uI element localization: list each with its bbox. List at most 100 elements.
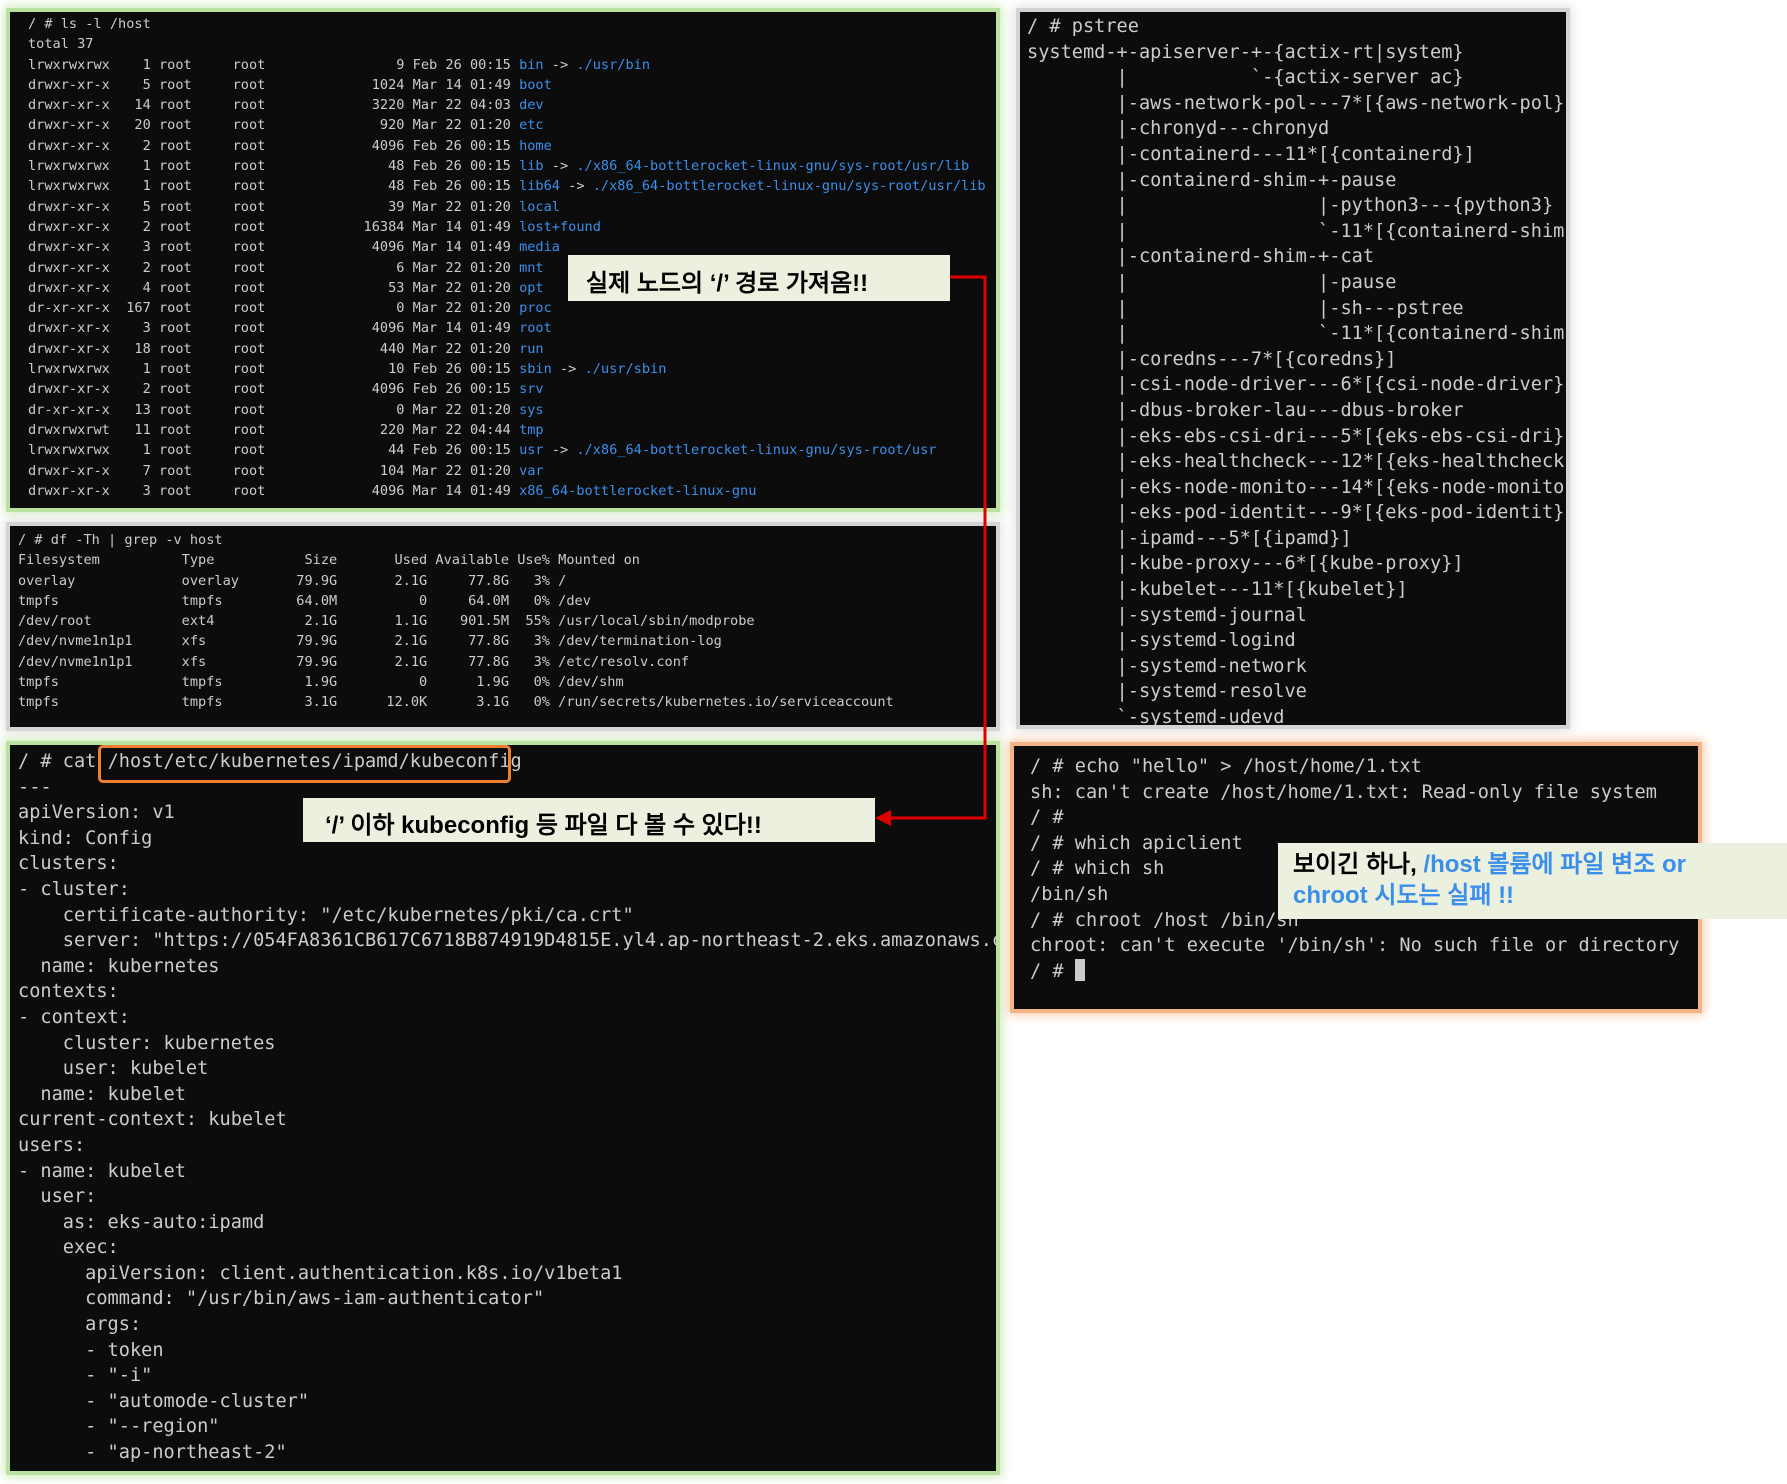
ls-row-meta: lrwxrwxrwx 1 root root 48 Feb 26 00:15 <box>28 158 520 175</box>
ls-entry-name: sys <box>519 401 544 418</box>
df-table: Filesystem Type Size Used Available Use%… <box>18 550 996 712</box>
ls-entry-name: local <box>519 198 560 215</box>
ls-row: drwxr-xr-x 3 root root 4096 Mar 14 01:49… <box>28 318 996 338</box>
kubeconfig-line: - "automode-cluster" <box>18 1390 310 1412</box>
callout-root-path-text: 실제 노드의 ‘/’ 경로 가져옴!! <box>586 270 869 297</box>
kubeconfig-line: current-context: kubelet <box>18 1109 287 1131</box>
ls-row-meta: lrwxrwxrwx 1 root root 48 Feb 26 00:15 <box>28 178 520 195</box>
ls-entry-name: var <box>519 462 544 479</box>
pstree-line: |-eks-pod-identit---9*[{eks-pod-identit}… <box>1027 502 1566 524</box>
ls-row-meta: drwxr-xr-x 5 root root 39 Mar 22 01:20 <box>28 198 520 215</box>
ls-row: drwxr-xr-x 2 root root 4096 Feb 26 00:15… <box>28 379 996 399</box>
ls-link-arrow: -> <box>543 56 577 73</box>
pstree-output: / # pstree systemd-+-apiserver-+-{actix-r… <box>1027 14 1566 725</box>
callout-readonly-blue2: chroot 시도는 실패 !! <box>1293 882 1515 909</box>
pstree-line: |-coredns---7*[{coredns}] <box>1027 348 1397 370</box>
pstree-line: | `-{actix-server ac} <box>1027 67 1464 89</box>
echo-line: / # echo "hello" > /host/home/1.txt <box>1030 756 1422 777</box>
callout-readonly: 보이긴 하나, /host 볼륨에 파일 변조 or chroot 시도는 실패… <box>1278 843 1787 919</box>
pstree-line: | |-python3---{python3} <box>1027 195 1554 217</box>
df-terminal-panel: / # df -Th | grep -v host Filesystem Typ… <box>10 526 996 727</box>
ls-entry-name: sbin <box>519 361 552 378</box>
ls-row-meta: drwxr-xr-x 2 root root 4096 Feb 26 00:15 <box>28 137 520 154</box>
ls-link-target: ./x86_64-bottlerocket-linux-gnu/sys-root… <box>576 442 937 459</box>
kubeconfig-line: cluster: kubernetes <box>18 1032 276 1054</box>
ls-row: drwxr-xr-x 5 root root 39 Mar 22 01:20 l… <box>28 197 996 217</box>
ls-row: drwxr-xr-x 20 root root 920 Mar 22 01:20… <box>28 115 996 135</box>
ls-row: lrwxrwxrwx 1 root root 10 Feb 26 00:15 s… <box>28 359 996 379</box>
ls-row-meta: drwxr-xr-x 20 root root 920 Mar 22 01:20 <box>28 117 520 134</box>
kubeconfig-terminal-panel: / # cat /host/etc/kubernetes/ipamd/kubec… <box>10 745 996 1471</box>
kubeconfig-line: command: "/usr/bin/aws-iam-authenticator… <box>18 1288 545 1310</box>
ls-row: dr-xr-xr-x 167 root root 0 Mar 22 01:20 … <box>28 298 996 318</box>
echo-line: chroot: can't execute '/bin/sh': No such… <box>1030 935 1680 957</box>
df-header: Filesystem Type Size Used Available Use%… <box>18 552 640 569</box>
ls-link-arrow: -> <box>551 361 585 378</box>
pstree-line: |-systemd-journal <box>1027 604 1307 626</box>
ls-entry-name: proc <box>519 300 552 317</box>
pstree-line: | `-11*[{containerd-shim}] <box>1027 323 1566 345</box>
df-row: tmpfs tmpfs 64.0M 0 64.0M 0% /dev <box>18 592 591 609</box>
cat-prompt: / # cat <box>18 751 108 772</box>
kubeconfig-line: - "ap-northeast-2" <box>18 1442 287 1464</box>
ls-row: drwxr-xr-x 2 root root 16384 Mar 14 01:4… <box>28 217 996 237</box>
kubeconfig-line: - token <box>18 1339 164 1361</box>
ls-row: drwxr-xr-x 18 root root 440 Mar 22 01:20… <box>28 339 996 359</box>
pstree-line: | |-pause <box>1027 271 1397 293</box>
ls-entry-name: media <box>519 239 560 256</box>
ls-link-target: ./usr/sbin <box>584 361 667 378</box>
ls-entry-name: lost+found <box>519 218 601 235</box>
pstree-line: |-containerd-shim-+-cat <box>1027 246 1375 268</box>
ls-row: lrwxrwxrwx 1 root root 44 Feb 26 00:15 u… <box>28 440 996 460</box>
ls-entry-name: opt <box>519 279 544 296</box>
callout-readonly-blue1: /host 볼륨에 파일 변조 or <box>1423 851 1686 878</box>
ls-link-arrow: -> <box>543 158 577 175</box>
ls-row-meta: drwxr-xr-x 5 root root 1024 Mar 14 01:49 <box>28 76 520 93</box>
ls-row-meta: lrwxrwxrwx 1 root root 9 Feb 26 00:15 <box>28 56 520 73</box>
kubeconfig-line: args: <box>18 1314 142 1336</box>
pstree-line: | |-sh---pstree <box>1027 297 1464 319</box>
ls-row-meta: dr-xr-xr-x 167 root root 0 Mar 22 01:20 <box>28 300 520 317</box>
ls-row: drwxr-xr-x 7 root root 104 Mar 22 01:20 … <box>28 461 996 481</box>
kubeconfig-line: certificate-authority: "/etc/kubernetes/… <box>18 904 634 926</box>
kubeconfig-line: name: kubernetes <box>18 955 220 977</box>
ls-row: lrwxrwxrwx 1 root root 48 Feb 26 00:15 l… <box>28 156 996 176</box>
pstree-line: | `-11*[{containerd-shim}] <box>1027 220 1566 242</box>
pstree-line: |-containerd-shim-+-pause <box>1027 169 1397 191</box>
ls-row-meta: drwxr-xr-x 2 root root 4096 Feb 26 00:15 <box>28 381 520 398</box>
ls-link-target: ./x86_64-bottlerocket-linux-gnu/sys-root… <box>592 178 986 195</box>
ls-link-target: ./usr/bin <box>576 56 651 73</box>
ls-entry-name: boot <box>519 76 552 93</box>
df-row: tmpfs tmpfs 1.9G 0 1.9G 0% /dev/shm <box>18 674 624 691</box>
pstree-line: systemd-+-apiserver-+-{actix-rt|system} <box>1027 41 1464 63</box>
ls-row: drwxr-xr-x 2 root root 4096 Feb 26 00:15… <box>28 136 996 156</box>
df-row: tmpfs tmpfs 3.1G 12.0K 3.1G 0% /run/secr… <box>18 694 894 711</box>
ls-entry-name: etc <box>519 117 544 134</box>
kubeconfig-path-highlight <box>98 745 511 783</box>
callout-kubeconfig-text: ‘/’ 이하 kubeconfig 등 파일 다 볼 수 있다!! <box>325 812 762 839</box>
pstree-line: `-systemd-udevd <box>1027 707 1285 725</box>
ls-row-meta: drwxr-xr-x 3 root root 4096 Mar 14 01:49 <box>28 239 520 256</box>
ls-row-meta: drwxr-xr-x 14 root root 3220 Mar 22 04:0… <box>28 97 520 114</box>
echo-line: / # <box>1030 807 1064 829</box>
ls-row-meta: drwxr-xr-x 3 root root 4096 Mar 14 01:49 <box>28 320 520 337</box>
pstree-line: |-eks-healthcheck---12*[{eks-healthcheck… <box>1027 451 1566 473</box>
pstree-line: |-dbus-broker-lau---dbus-broker <box>1027 399 1464 421</box>
ls-row-meta: drwxr-xr-x 2 root root 16384 Mar 14 01:4… <box>28 218 520 235</box>
kubeconfig-line: server: "https://054FA8361CB617C6718B874… <box>18 930 996 952</box>
ls-entry-name: run <box>519 340 544 357</box>
ls-row-meta: drwxr-xr-x 3 root root 4096 Mar 14 01:49 <box>28 482 520 499</box>
kubeconfig-content: --- apiVersion: v1 kind: Config clusters: - … <box>18 775 996 1466</box>
pstree-line: |-systemd-network <box>1027 655 1307 677</box>
final-prompt: / # <box>1030 960 1075 982</box>
ls-entry-name: mnt <box>519 259 544 276</box>
ls-row: lrwxrwxrwx 1 root root 9 Feb 26 00:15 bi… <box>28 55 996 75</box>
final-prompt-line: / # <box>1030 958 1698 985</box>
ls-entry-name: root <box>519 320 552 337</box>
df-row: overlay overlay 79.9G 2.1G 77.8G 3% / <box>18 572 567 589</box>
ls-entry-name: home <box>519 137 552 154</box>
ls-row: drwxr-xr-x 3 root root 4096 Mar 14 01:49… <box>28 481 996 501</box>
ls-entry-name: usr <box>519 442 544 459</box>
kubeconfig-line: apiVersion: client.authentication.k8s.io… <box>18 1262 623 1284</box>
pstree-line: |-kube-proxy---6*[{kube-proxy}] <box>1027 553 1464 575</box>
